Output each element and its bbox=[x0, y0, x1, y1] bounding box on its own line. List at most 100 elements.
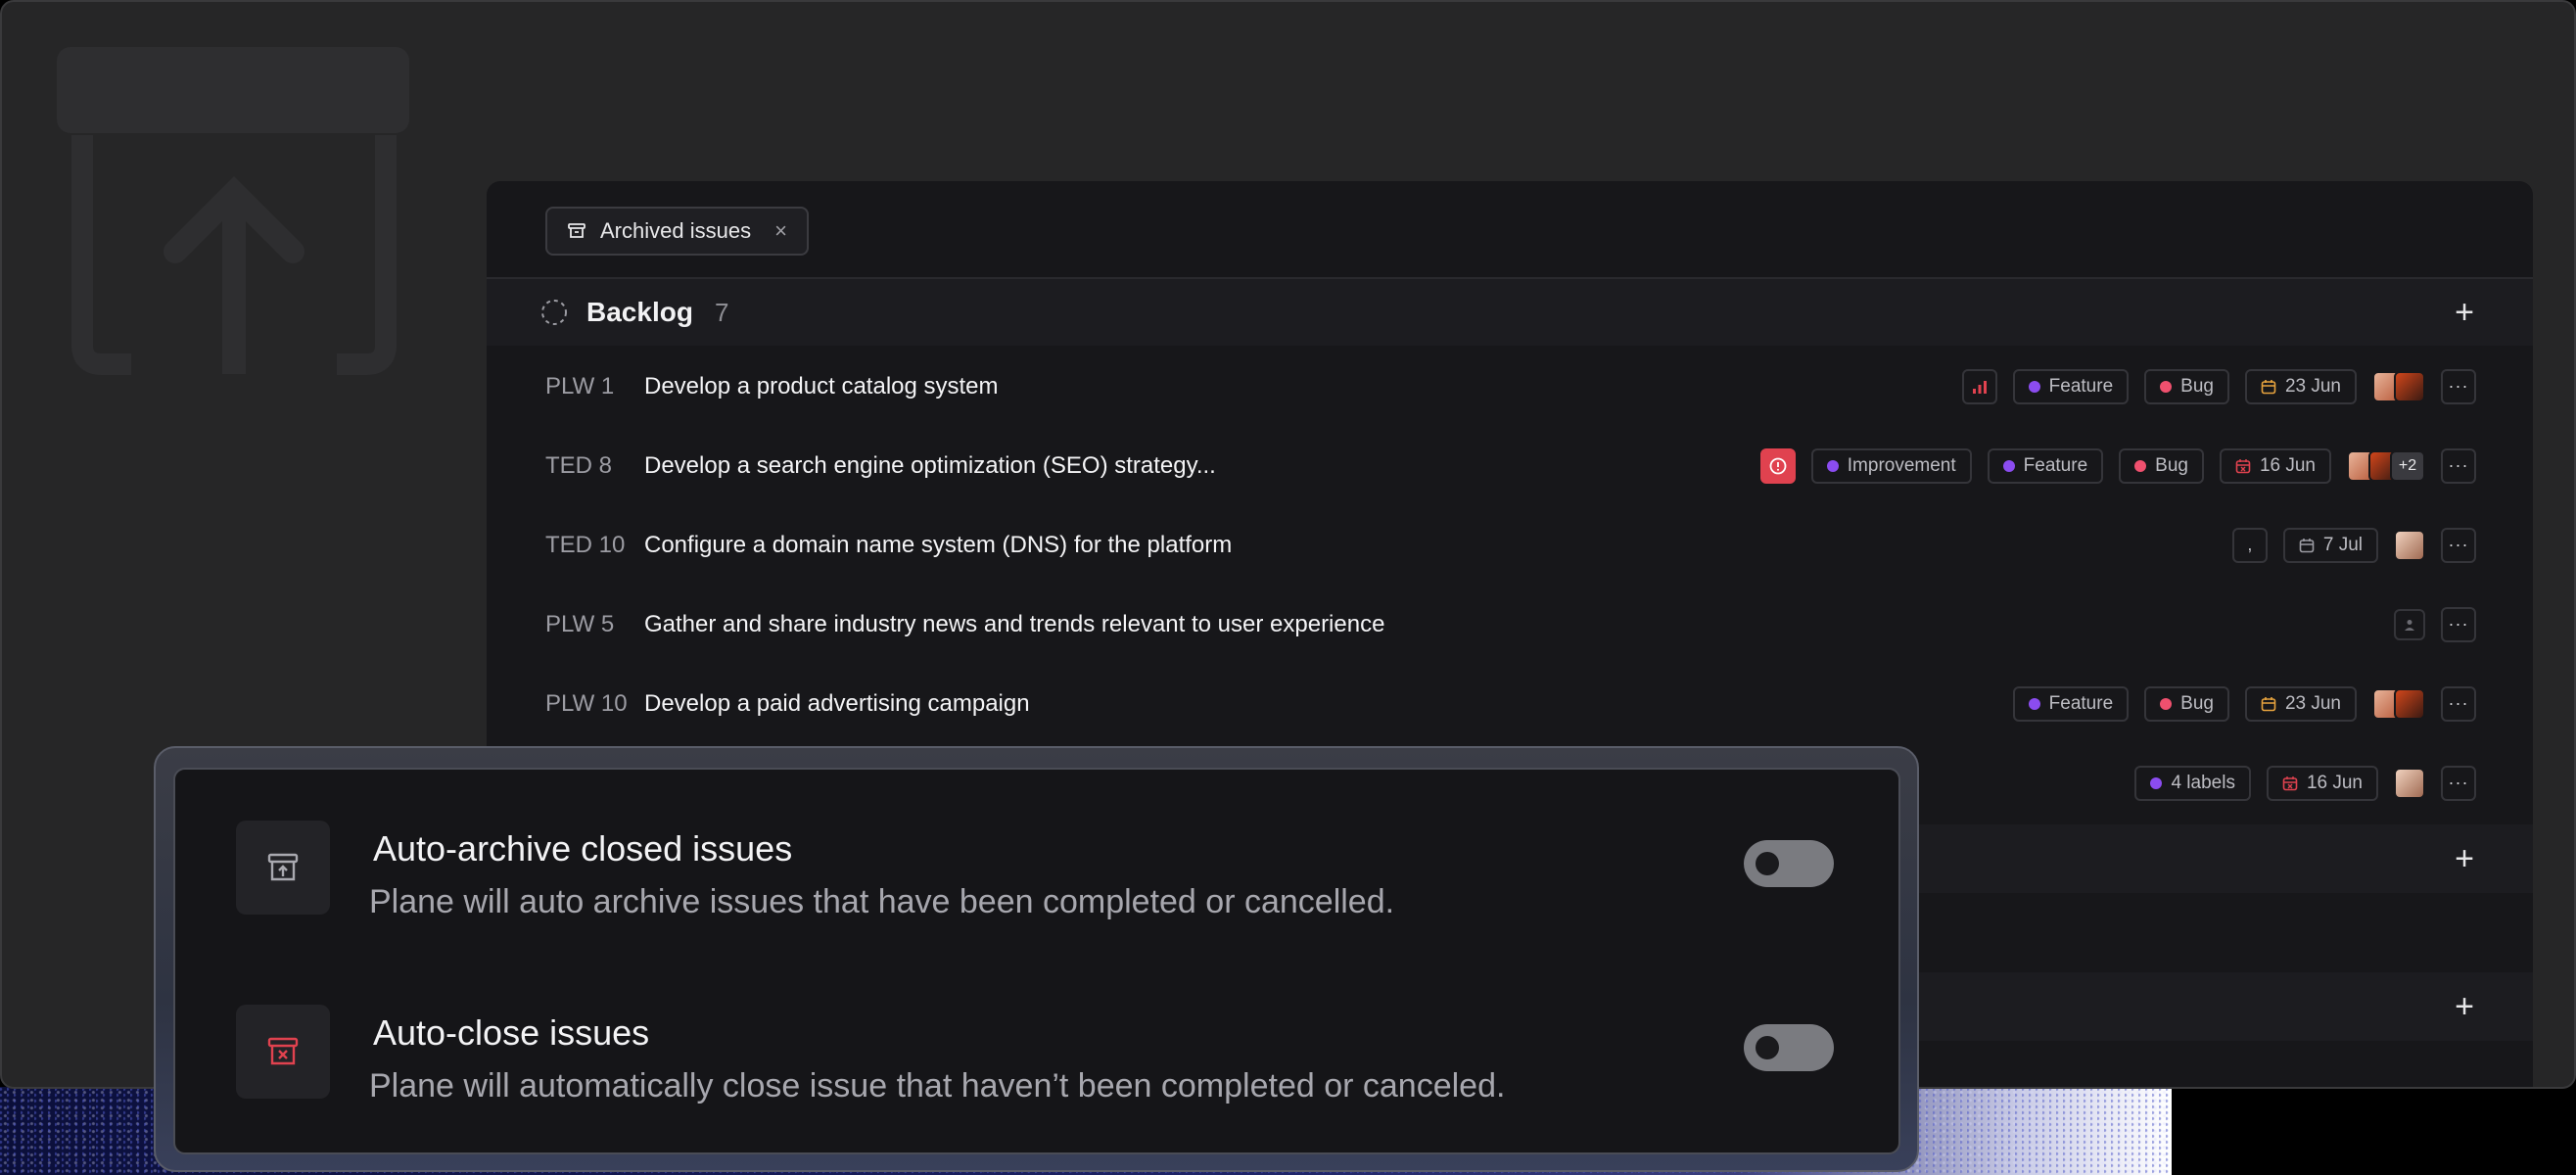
label-feature[interactable]: Feature bbox=[1987, 447, 2104, 484]
add-issue-button[interactable]: + bbox=[2455, 988, 2474, 1026]
issue-title[interactable]: Configure a domain name system (DNS) for… bbox=[644, 532, 1232, 559]
label-text: Feature bbox=[2048, 692, 2114, 714]
more-options-button[interactable]: ··· bbox=[2441, 447, 2476, 484]
assignees[interactable] bbox=[2372, 370, 2425, 402]
label-text: Feature bbox=[2023, 454, 2088, 476]
calendar-x-icon bbox=[2282, 776, 2298, 790]
label-color-dot bbox=[2134, 459, 2147, 472]
user-icon bbox=[2405, 619, 2414, 631]
issue-properties: 4 labels 16 Jun ··· bbox=[2134, 765, 2476, 801]
issue-properties: Feature Bug 23 Jun ··· bbox=[1961, 368, 2476, 404]
label-color-dot bbox=[2002, 459, 2015, 472]
issue-title[interactable]: Gather and share industry news and trend… bbox=[644, 611, 1384, 638]
auto-close-option: Auto-close issues Plane will automatical… bbox=[175, 1005, 1898, 1152]
due-date-button[interactable]: 16 Jun bbox=[2219, 447, 2331, 484]
label-bug[interactable]: Bug bbox=[2144, 368, 2229, 404]
calendar-icon bbox=[2299, 538, 2315, 552]
issue-title[interactable]: Develop a product catalog system bbox=[644, 373, 999, 400]
alert-circle-icon bbox=[1769, 457, 1787, 474]
stage: Archived issues × Backlog 7 + PLW 1 Deve… bbox=[0, 0, 2576, 1175]
assignees[interactable] bbox=[2372, 687, 2425, 720]
due-date-button[interactable]: 16 Jun bbox=[2266, 765, 2378, 801]
label-text: Bug bbox=[2180, 692, 2214, 714]
filter-chip-label: Archived issues bbox=[600, 218, 752, 243]
issue-id: TED 10 bbox=[545, 531, 626, 558]
close-icon[interactable]: × bbox=[774, 218, 787, 244]
issue-properties: Feature Bug 23 Jun ··· bbox=[2012, 685, 2476, 722]
issue-row[interactable]: PLW 5 Gather and share industry news and… bbox=[487, 585, 2533, 664]
issue-row[interactable]: TED 10 Configure a domain name system (D… bbox=[487, 505, 2533, 585]
assignees[interactable] bbox=[2394, 767, 2425, 799]
archive-icon bbox=[236, 821, 330, 915]
label-text: Improvement bbox=[1847, 454, 1956, 476]
issue-row[interactable]: PLW 1 Develop a product catalog system F… bbox=[487, 347, 2533, 426]
issue-title[interactable]: Develop a paid advertising campaign bbox=[644, 690, 1030, 718]
label-improvement[interactable]: Improvement bbox=[1810, 447, 1972, 484]
issue-id: PLW 5 bbox=[545, 610, 615, 637]
calendar-icon bbox=[2261, 379, 2276, 394]
automation-settings-frame: Auto-archive closed issues Plane will au… bbox=[154, 746, 1919, 1172]
due-date-text: 16 Jun bbox=[2259, 454, 2316, 476]
assignees[interactable]: +2 bbox=[2347, 449, 2425, 482]
group-name: Backlog bbox=[586, 297, 693, 327]
more-options-button[interactable]: ··· bbox=[2441, 527, 2476, 563]
option-title: Auto-close issues bbox=[373, 1012, 650, 1053]
toggle-knob bbox=[1756, 1036, 1779, 1059]
issue-properties: ··· bbox=[2394, 606, 2476, 642]
issue-properties: Improvement Feature Bug 16 Jun +2 ··· bbox=[1759, 447, 2476, 484]
label-bug[interactable]: Bug bbox=[2119, 447, 2204, 484]
assignee-button[interactable] bbox=[2394, 608, 2425, 640]
background-corner bbox=[2172, 1087, 2576, 1175]
due-date-button[interactable]: 23 Jun bbox=[2244, 685, 2357, 722]
option-description: Plane will automatically close issue tha… bbox=[369, 1067, 1506, 1104]
archived-issues-filter-chip[interactable]: Archived issues × bbox=[545, 207, 809, 256]
more-options-button[interactable]: ··· bbox=[2441, 606, 2476, 642]
group-count: 7 bbox=[714, 297, 729, 327]
add-issue-button[interactable]: + bbox=[2455, 296, 2474, 329]
toggle-knob bbox=[1756, 852, 1779, 875]
due-date-button[interactable]: 7 Jul bbox=[2282, 527, 2378, 563]
issue-id: PLW 1 bbox=[545, 372, 615, 400]
label-color-dot bbox=[2160, 380, 2173, 393]
label-text: 4 labels bbox=[2171, 772, 2235, 793]
label-bug[interactable]: Bug bbox=[2144, 685, 2229, 722]
due-date-text: 23 Jun bbox=[2284, 375, 2341, 397]
due-date-text: 23 Jun bbox=[2284, 692, 2341, 714]
due-date-text: 7 Jul bbox=[2322, 534, 2363, 555]
add-issue-button[interactable]: + bbox=[2455, 840, 2474, 878]
more-options-button[interactable]: ··· bbox=[2441, 685, 2476, 722]
auto-close-toggle[interactable] bbox=[1744, 1024, 1834, 1071]
more-options-button[interactable]: ··· bbox=[2441, 368, 2476, 404]
estimate-button[interactable]: , bbox=[2231, 527, 2268, 563]
assignees[interactable] bbox=[2394, 529, 2425, 561]
label-feature[interactable]: Feature bbox=[2012, 368, 2130, 404]
label-feature[interactable]: Feature bbox=[2012, 685, 2130, 722]
archive-restore-icon bbox=[57, 47, 409, 375]
calendar-icon bbox=[2261, 696, 2276, 711]
backlog-state-icon bbox=[541, 300, 567, 325]
issue-id: TED 8 bbox=[545, 451, 613, 479]
option-description: Plane will auto archive issues that have… bbox=[369, 883, 1395, 920]
labels-count-button[interactable]: 4 labels bbox=[2134, 765, 2251, 801]
issue-row[interactable]: TED 8 Develop a search engine optimizati… bbox=[487, 426, 2533, 505]
automation-settings-card: Auto-archive closed issues Plane will au… bbox=[173, 768, 1900, 1154]
more-options-button[interactable]: ··· bbox=[2441, 765, 2476, 801]
priority-button[interactable] bbox=[1961, 368, 1997, 404]
due-date-button[interactable]: 23 Jun bbox=[2244, 368, 2357, 404]
due-date-text: 16 Jun bbox=[2306, 772, 2363, 793]
more-assignees-count: +2 bbox=[2390, 449, 2425, 482]
priority-urgent-button[interactable] bbox=[1759, 447, 1796, 484]
avatar bbox=[2394, 529, 2425, 561]
group-header-backlog: Backlog 7 + bbox=[487, 279, 2533, 346]
option-title: Auto-archive closed issues bbox=[373, 828, 793, 869]
auto-archive-toggle[interactable] bbox=[1744, 840, 1834, 887]
avatar bbox=[2394, 687, 2425, 720]
avatar bbox=[2394, 767, 2425, 799]
avatar bbox=[2394, 370, 2425, 402]
priority-high-icon bbox=[1972, 380, 1987, 394]
archive-x-icon bbox=[236, 1005, 330, 1099]
label-color-dot bbox=[1826, 459, 1839, 472]
label-color-dot bbox=[2150, 776, 2163, 789]
issue-row[interactable]: PLW 10 Develop a paid advertising campai… bbox=[487, 664, 2533, 743]
issue-title[interactable]: Develop a search engine optimization (SE… bbox=[644, 452, 1216, 480]
